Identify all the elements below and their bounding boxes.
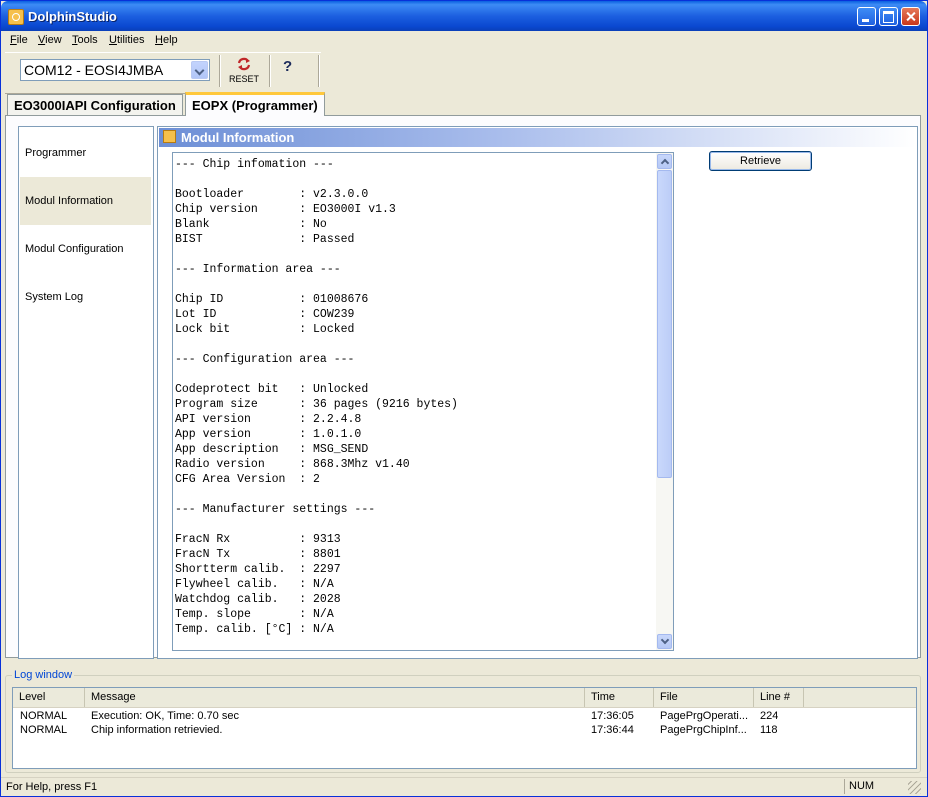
info-line: Lock bit : Locked [175,323,355,336]
menu-help[interactable]: Help [155,34,178,46]
vertical-scrollbar[interactable] [656,153,673,650]
nav-item-modul-configuration[interactable]: Modul Configuration [20,225,151,273]
panel-title: Modul Information [181,130,295,145]
menu-bar: File View Tools Utilities Help [1,31,927,50]
info-line: --- Information area --- [175,263,341,276]
info-line: --- Manufacturer settings --- [175,503,376,516]
info-line: Codeprotect bit : Unlocked [175,383,369,396]
module-icon [163,130,176,143]
column-file[interactable]: File [654,688,754,707]
info-line: Watchdog calib. : 2028 [175,593,341,606]
tab-panel: Programmer Modul Information Modul Confi… [5,115,921,659]
info-line [175,277,653,292]
minimize-button[interactable] [857,7,876,26]
info-line [175,487,653,502]
info-line: API version : 2.2.4.8 [175,413,362,426]
log-header: Level Message Time File Line # [13,688,916,708]
info-line: Bootloader : v2.3.0.0 [175,188,369,201]
menu-utilities[interactable]: Utilities [109,34,144,46]
info-text: --- Chip infomation --- Bootloader : v2.… [175,157,653,637]
side-nav: Programmer Modul Information Modul Confi… [18,126,154,659]
scroll-up-icon[interactable] [657,154,672,169]
scroll-thumb[interactable] [657,170,672,478]
window-title: DolphinStudio [28,9,117,24]
status-bar: For Help, press F1 NUM [1,777,927,797]
menu-tools[interactable]: Tools [72,34,98,46]
nav-item-programmer[interactable]: Programmer [20,129,151,177]
info-line [175,367,653,382]
info-line [175,337,653,352]
info-line: BIST : Passed [175,233,355,246]
toolbar-separator [269,55,271,87]
info-line: App description : MSG_SEND [175,443,369,456]
chevron-down-icon[interactable] [191,61,208,79]
refresh-icon [237,57,251,71]
app-icon [8,9,24,25]
toolbar-separator [219,55,221,87]
info-line: Flywheel calib. : N/A [175,578,334,591]
num-lock-indicator: NUM [844,779,909,794]
info-line: Blank : No [175,218,327,231]
panel-header: Modul Information [159,128,916,147]
toolbar-separator [318,55,320,87]
info-line: App version : 1.0.1.0 [175,428,362,441]
log-row[interactable]: NORMAL Chip information retrievied. 17:3… [13,724,916,738]
reset-label: RESET [229,74,260,84]
close-button[interactable] [901,7,920,26]
info-line [175,517,653,532]
column-level[interactable]: Level [13,688,85,707]
info-line: FracN Rx : 9313 [175,533,341,546]
main-window: DolphinStudio File View Tools Utilities … [0,0,928,797]
info-textbox[interactable]: --- Chip infomation --- Bootloader : v2.… [172,152,674,651]
info-line [175,172,653,187]
column-message[interactable]: Message [85,688,585,707]
info-line: Temp. slope : N/A [175,608,334,621]
tab-eopx-programmer[interactable]: EOPX (Programmer) [185,92,325,116]
status-help-text: For Help, press F1 [6,781,98,793]
column-time[interactable]: Time [585,688,654,707]
menu-file[interactable]: File [10,34,28,46]
info-line: Radio version : 868.3Mhz v1.40 [175,458,410,471]
info-line: Shortterm calib. : 2297 [175,563,341,576]
info-line: Chip version : EO3000I v1.3 [175,203,396,216]
tab-control: EO3000IAPI Configuration EOPX (Programme… [5,92,921,662]
resize-grip[interactable] [908,781,921,794]
help-question-icon[interactable]: ? [283,58,292,75]
column-line[interactable]: Line # [754,688,804,707]
log-row[interactable]: NORMAL Execution: OK, Time: 0.70 sec 17:… [13,710,916,724]
info-line: Program size : 36 pages (9216 bytes) [175,398,458,411]
info-line: Temp. calib. [°C] : N/A [175,623,334,636]
retrieve-button[interactable]: Retrieve [709,151,812,171]
info-line: --- Chip infomation --- [175,158,334,171]
info-line: FracN Tx : 8801 [175,548,341,561]
title-bar[interactable]: DolphinStudio [1,1,927,31]
tab-eo3000iapi-configuration[interactable]: EO3000IAPI Configuration [7,94,183,115]
info-line: Chip ID : 01008676 [175,293,369,306]
port-select-value: COM12 - EOSI4JMBA [24,62,164,78]
log-window: Log window Level Message Time File Line … [5,669,921,773]
info-line: Lot ID : COW239 [175,308,355,321]
content-panel: Modul Information --- Chip infomation --… [157,126,918,659]
info-line: --- Configuration area --- [175,353,355,366]
scroll-down-icon[interactable] [657,634,672,649]
nav-item-system-log[interactable]: System Log [20,273,151,321]
reset-button[interactable]: RESET [227,56,261,88]
info-line [175,247,653,262]
log-window-title: Log window [12,669,75,681]
log-list[interactable]: Level Message Time File Line # NORMAL Ex… [12,687,917,769]
toolbar: COM12 - EOSI4JMBA RESET ? [5,52,321,94]
menu-view[interactable]: View [38,34,62,46]
info-line: CFG Area Version : 2 [175,473,320,486]
nav-item-modul-information[interactable]: Modul Information [20,177,151,225]
maximize-button[interactable] [879,7,898,26]
port-select[interactable]: COM12 - EOSI4JMBA [20,59,210,81]
